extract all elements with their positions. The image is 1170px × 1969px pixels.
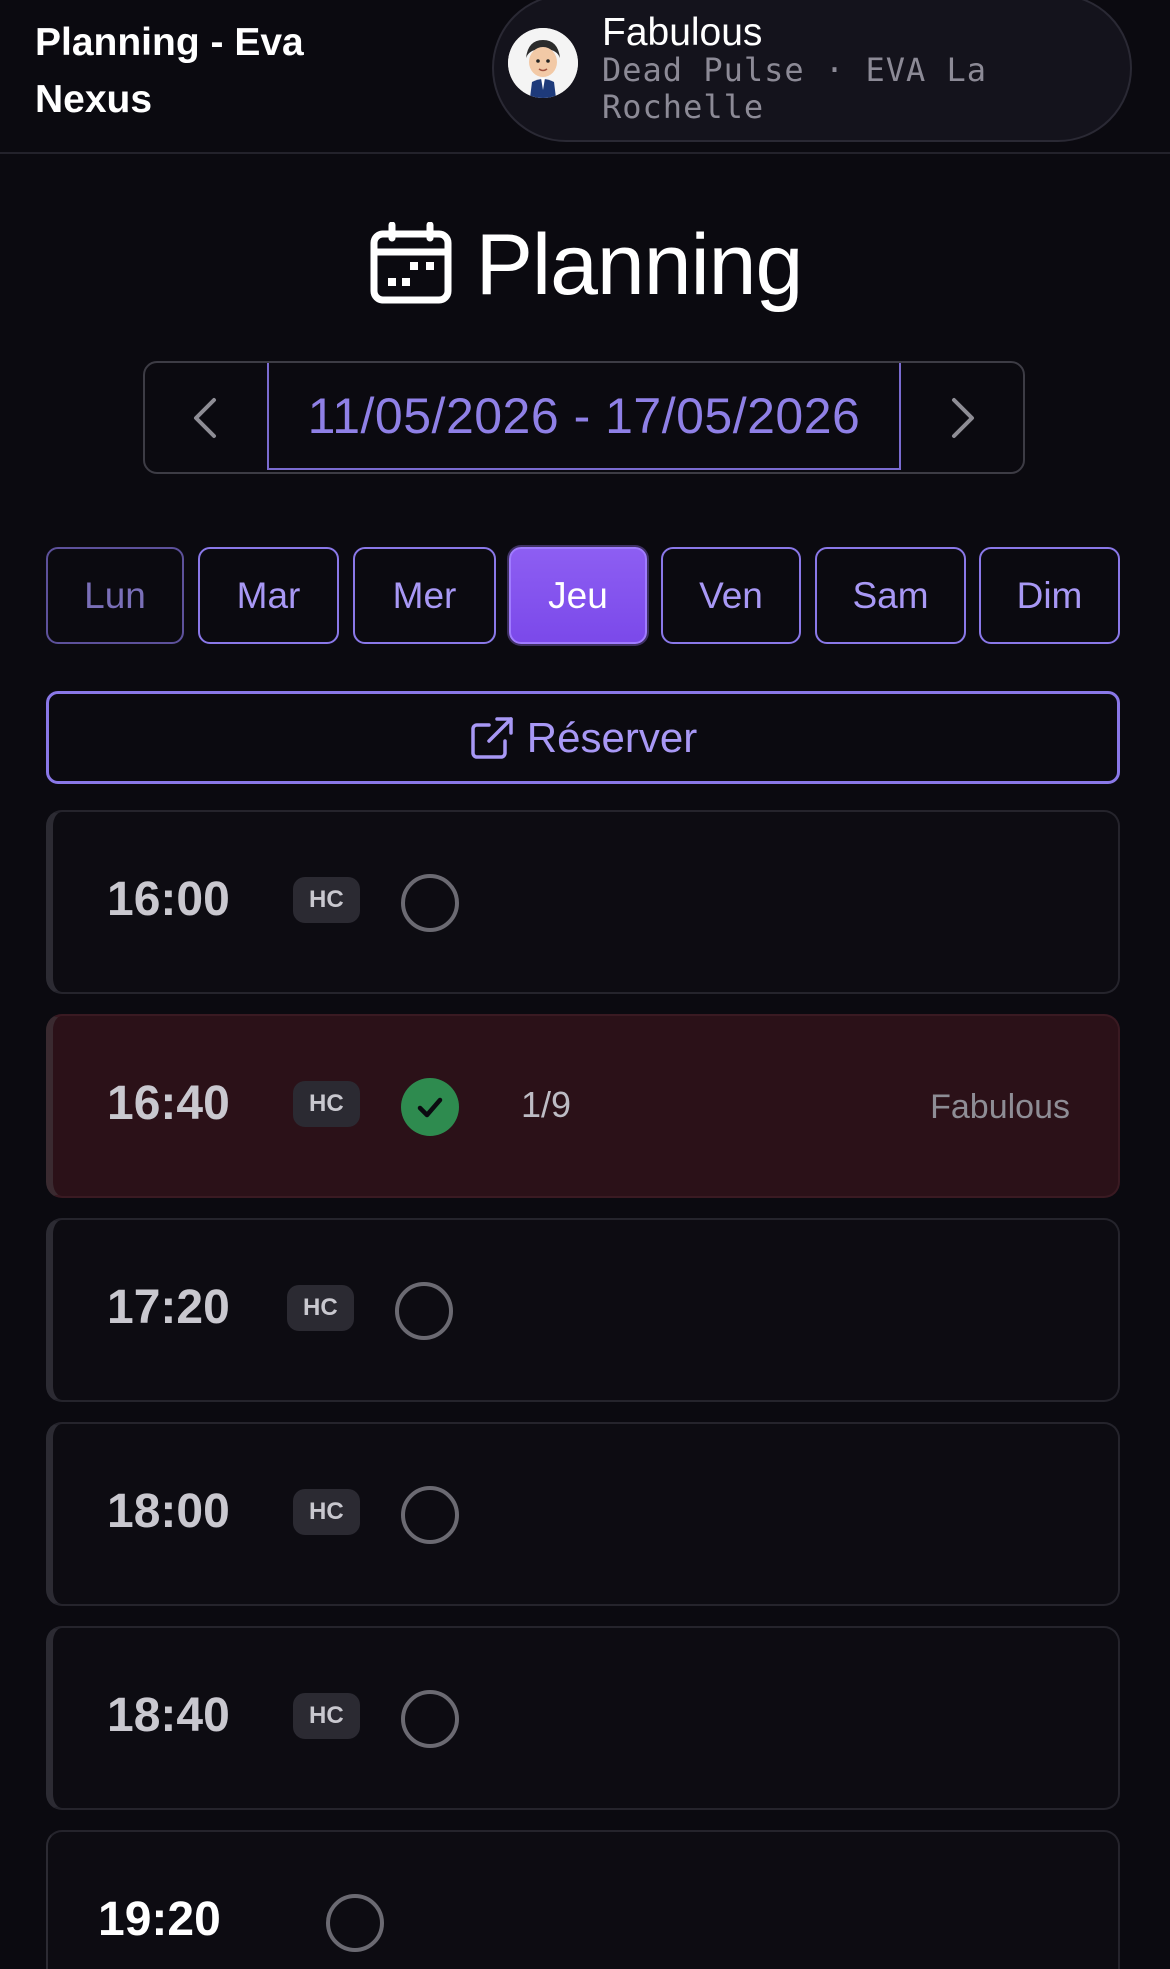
page-heading: Planning (0, 210, 1170, 320)
calendar-icon (370, 222, 452, 304)
reserve-label: Réserver (526, 713, 698, 761)
empty-circle-icon (395, 1282, 453, 1340)
hc-badge: HC (293, 1693, 360, 1739)
time-slot-1800[interactable]: 18:00 HC (46, 1422, 1120, 1606)
avatar (508, 28, 578, 98)
tab-jeu[interactable]: Jeu (509, 547, 647, 644)
slot-time: 16:00 (107, 873, 230, 926)
empty-circle-icon (401, 874, 459, 932)
external-link-icon (471, 716, 513, 759)
chevron-left-icon (194, 397, 216, 438)
time-slot-1920[interactable]: 19:20 (46, 1830, 1120, 1969)
week-range[interactable]: 11/05/2026 - 17/05/2026 (267, 363, 901, 470)
slot-capacity: 1/9 (521, 1084, 572, 1125)
tab-mar[interactable]: Mar (198, 547, 339, 644)
tab-sam[interactable]: Sam (815, 547, 966, 644)
time-slot-1840[interactable]: 18:40 HC (46, 1626, 1120, 1810)
user-profile-pill[interactable]: Fabulous Dead Pulse · EVA La Rochelle (492, 0, 1132, 142)
hc-badge: HC (287, 1285, 354, 1331)
app-title: Planning - Eva Nexus (35, 21, 304, 121)
slot-time: 16:40 (107, 1077, 230, 1130)
week-navigator: 11/05/2026 - 17/05/2026 (143, 361, 1025, 474)
previous-week-button[interactable] (145, 363, 267, 472)
app-header: Planning - Eva Nexus Fabulous Dead Pulse… (0, 0, 1170, 154)
hc-badge: HC (293, 1081, 360, 1127)
hc-badge: HC (293, 1489, 360, 1535)
time-slot-1600[interactable]: 16:00 HC (46, 810, 1120, 994)
chevron-right-icon (952, 397, 974, 438)
time-slot-1640[interactable]: 16:40 HC 1/9 Fabulous (46, 1014, 1120, 1198)
user-subtitle: Dead Pulse · EVA La Rochelle (602, 51, 988, 126)
day-tabs: Lun Mar Mer Jeu Ven Sam Dim (0, 547, 1170, 644)
tab-dim[interactable]: Dim (979, 547, 1120, 644)
time-slot-1720[interactable]: 17:20 HC (46, 1218, 1120, 1402)
empty-circle-icon (401, 1690, 459, 1748)
slot-time: 18:00 (107, 1485, 230, 1538)
slot-user: Fabulous (930, 1088, 1070, 1126)
next-week-button[interactable] (901, 363, 1023, 472)
hc-badge: HC (293, 877, 360, 923)
tab-mer[interactable]: Mer (353, 547, 496, 644)
user-name: Fabulous (602, 11, 763, 54)
page-title: Planning (475, 217, 804, 313)
slot-time: 18:40 (107, 1689, 230, 1742)
empty-circle-icon (401, 1486, 459, 1544)
empty-circle-icon (326, 1894, 384, 1952)
slot-time: 17:20 (107, 1281, 230, 1334)
tab-lun[interactable]: Lun (46, 547, 184, 644)
check-circle-icon (401, 1078, 459, 1136)
slot-time: 19:20 (98, 1893, 221, 1946)
tab-ven[interactable]: Ven (661, 547, 801, 644)
reserve-button[interactable]: Réserver (46, 691, 1120, 784)
